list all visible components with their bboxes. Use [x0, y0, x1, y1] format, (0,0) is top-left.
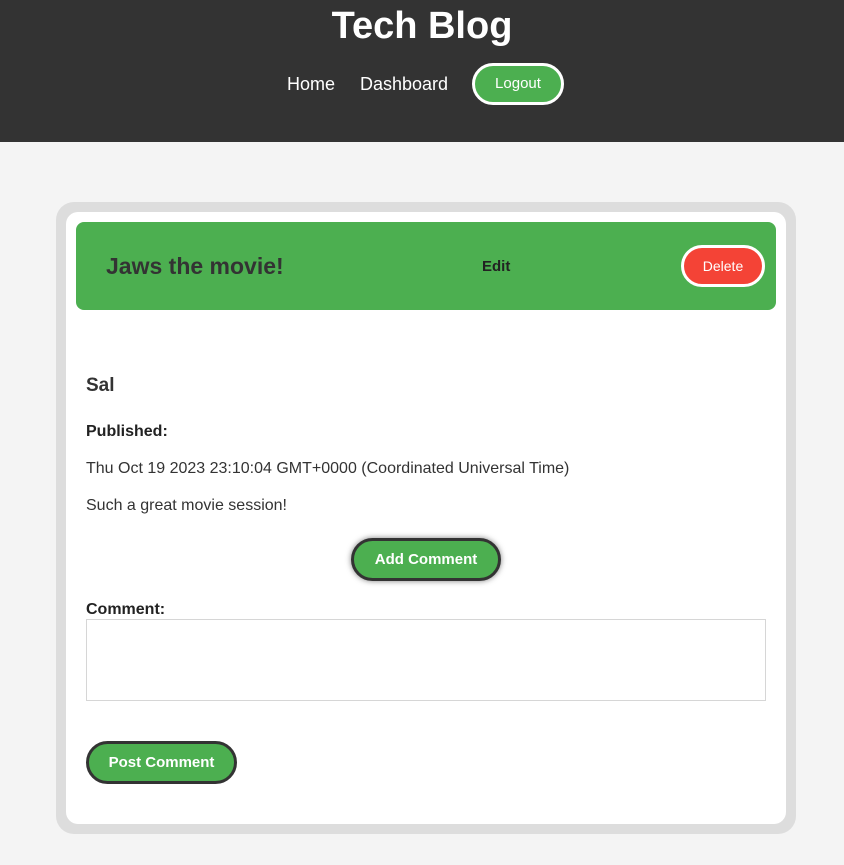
comment-label: Comment: [86, 601, 166, 618]
site-header: Tech Blog Home Dashboard Logout [0, 0, 844, 142]
post-header: Jaws the movie! Edit Delete [76, 222, 776, 310]
post-card-frame: Jaws the movie! Edit Delete Sal Publishe… [56, 202, 796, 834]
site-title: Tech Blog [331, 5, 513, 47]
add-comment-button[interactable]: Add Comment [351, 538, 501, 581]
post-card: Jaws the movie! Edit Delete Sal Publishe… [66, 212, 786, 824]
post-comment-button[interactable]: Post Comment [86, 741, 237, 784]
comment-textarea[interactable] [86, 619, 766, 701]
published-label: Published: [86, 423, 168, 440]
post-title: Jaws the movie! [106, 253, 284, 279]
post-content: Such a great movie session! [86, 497, 287, 514]
nav-home-link[interactable]: Home [287, 73, 335, 95]
nav-dashboard-link[interactable]: Dashboard [360, 73, 448, 95]
post-author: Sal [86, 375, 115, 396]
published-date: Thu Oct 19 2023 23:10:04 GMT+0000 (Coord… [86, 460, 570, 477]
delete-button[interactable]: Delete [681, 245, 765, 287]
edit-link[interactable]: Edit [482, 258, 510, 276]
logout-button[interactable]: Logout [472, 63, 564, 105]
